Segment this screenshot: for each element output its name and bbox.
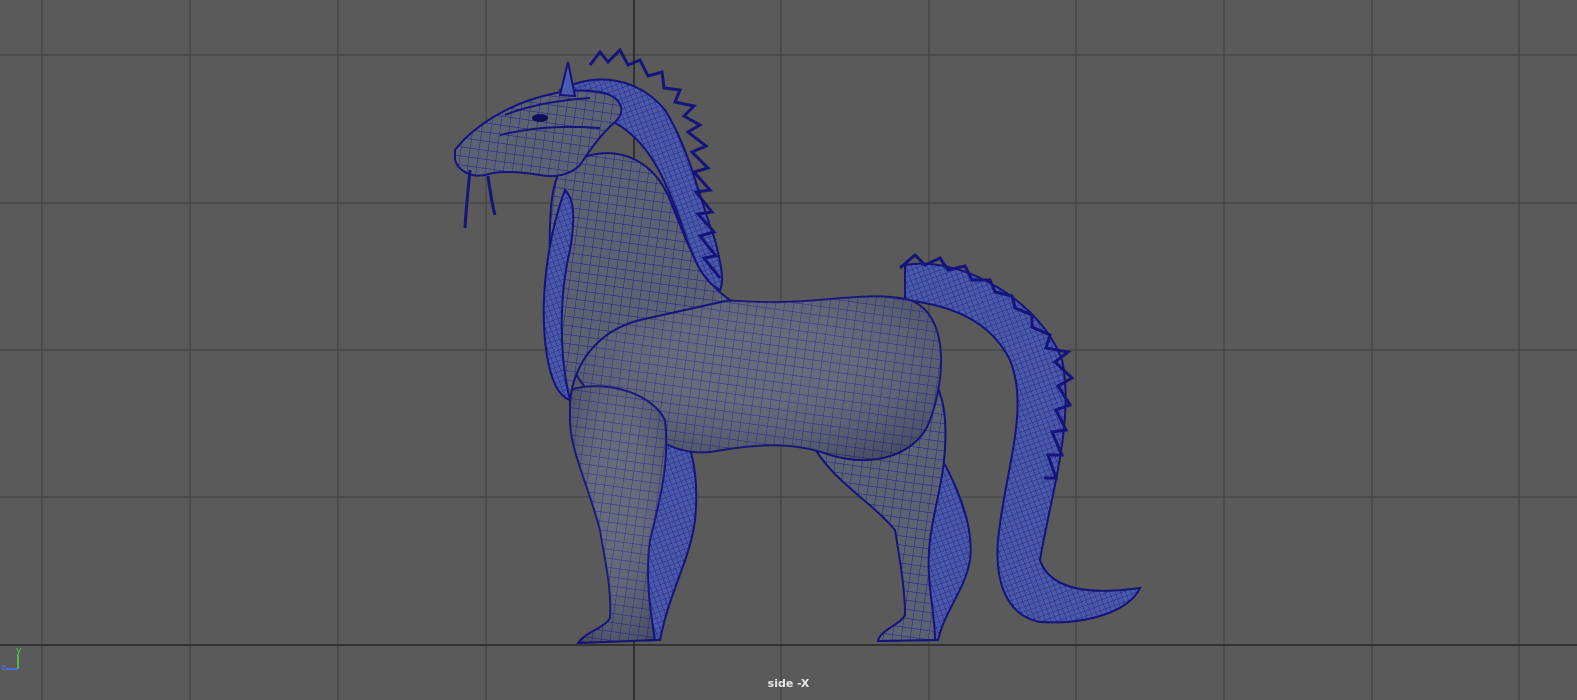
axis-gizmo: y z [1, 646, 22, 673]
whisker-2 [486, 175, 497, 216]
z-axis-label: z [1, 663, 6, 673]
dragon-horse-mesh-icon[interactable] [0, 0, 1577, 700]
eye [532, 114, 548, 122]
whisker-1 [463, 169, 472, 229]
side-viewport[interactable]: y z side -X [0, 0, 1577, 700]
camera-label: side -X [767, 677, 810, 690]
y-axis-label: y [16, 646, 22, 656]
horn [558, 61, 577, 98]
